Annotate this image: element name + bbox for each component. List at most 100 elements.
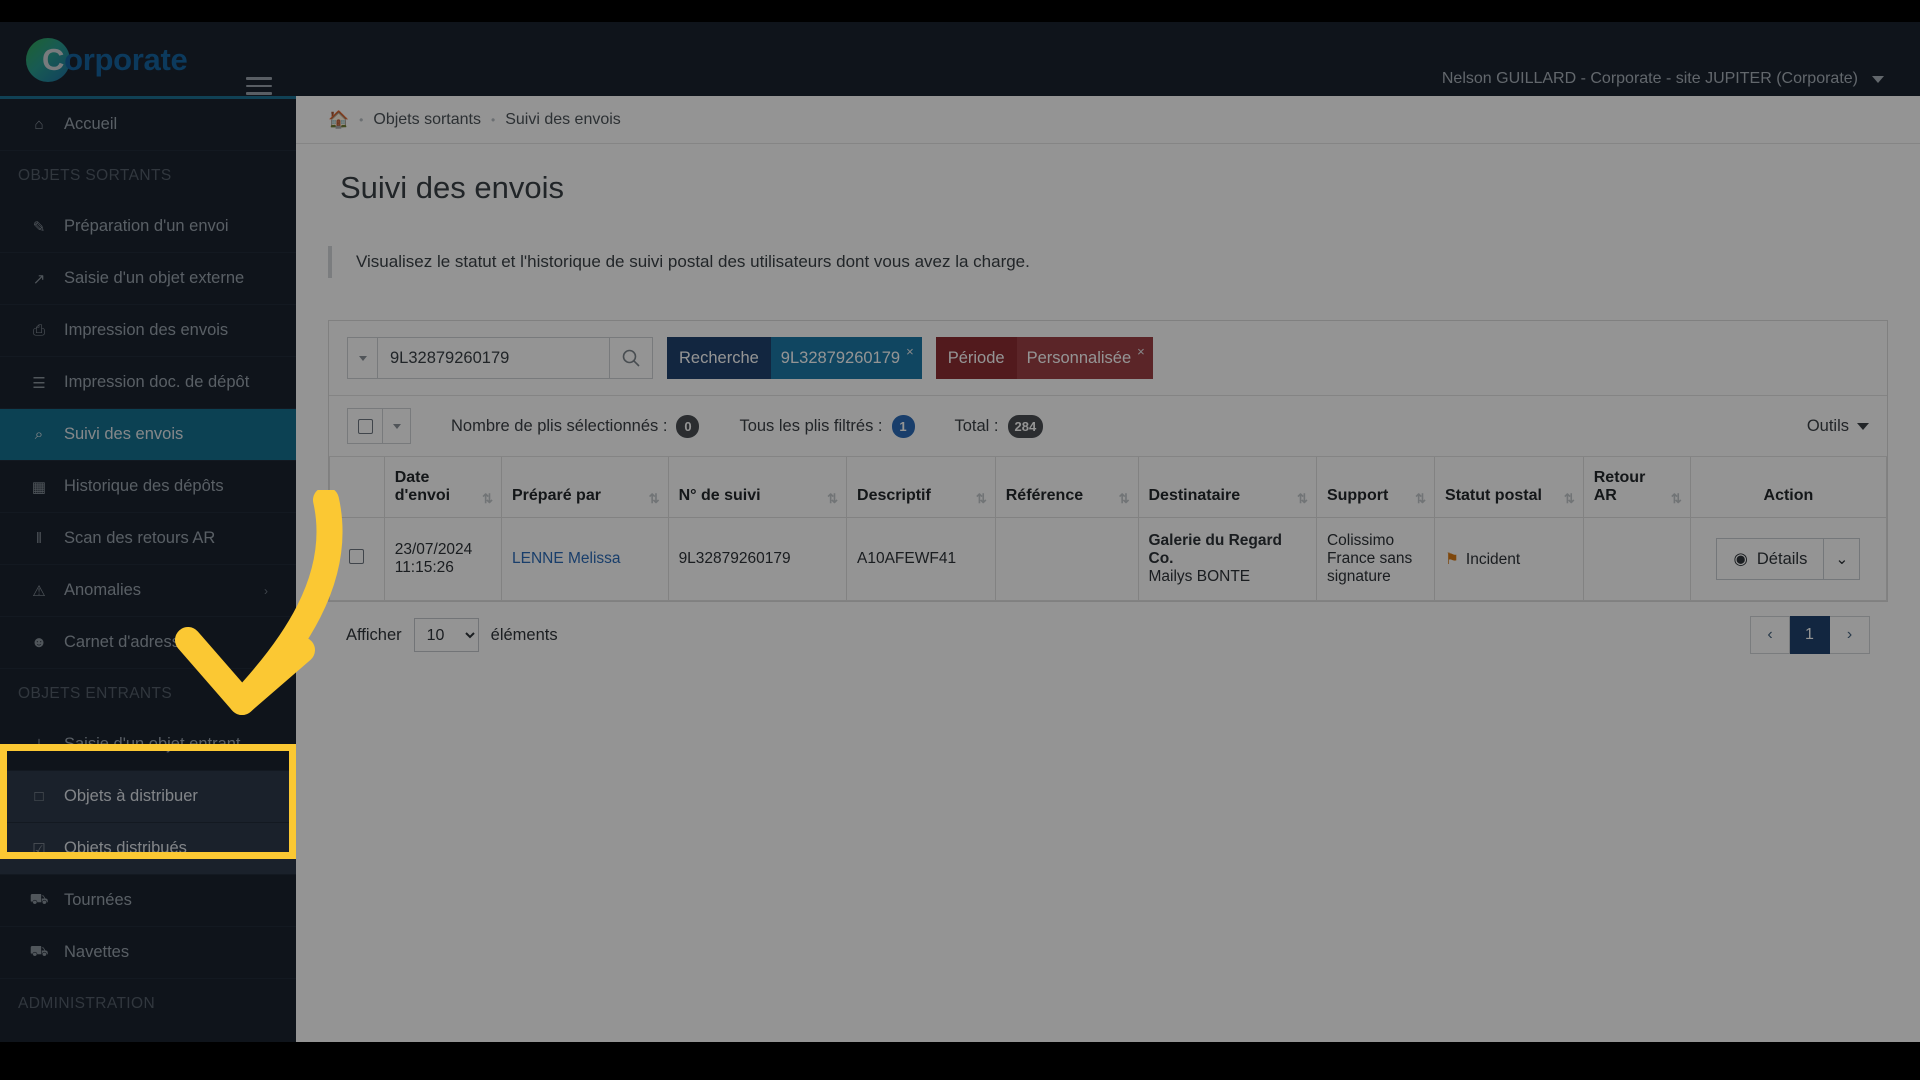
filtered-count-label: Tous les plis filtrés : [739,416,883,435]
table-header-r-f-rence[interactable]: Référence ⇅ [994,457,1139,518]
table-body: 23/07/2024 11:15:26 LENNE Melissa 9L328792… [329,517,1888,601]
sort-icon[interactable]: ⇅ [1671,492,1682,505]
table-header-pr-par-par[interactable]: Préparé par ⇅ [501,457,669,518]
sidebar-item-suivi-des-envois[interactable]: ⌕ Suivi des envois [0,409,296,461]
prepared-by-link[interactable]: LENNE Melissa [512,550,621,567]
info-banner: Visualisez le statut et l'historique de … [328,246,1920,278]
sidebar-item-label: Impression des envois [64,321,229,339]
table-header-label: Support [1326,487,1389,504]
table-footer: Afficher 102550100 éléments ‹ 1 › [328,602,1888,668]
filter-tag-recherche[interactable]: Recherche 9L32879260179 × [667,337,922,379]
sidebar-item-impression-des-envois[interactable]: ⎙ Impression des envois [0,305,296,357]
table-header-statut-postal[interactable]: Statut postal ⇅ [1434,457,1584,518]
sidebar-item-impression-doc-de-d-p-t[interactable]: ☰ Impression doc. de dépôt [0,357,296,409]
breadcrumb-item-suivi-des-envois[interactable]: Suivi des envois [505,111,621,129]
search-icon [622,349,640,367]
checkbox-icon [357,418,373,434]
table-header-n-de-suivi[interactable]: N° de suivi ⇅ [667,457,848,518]
search-icon: ⌕ [34,426,44,443]
pagination-page-1[interactable]: 1 [1790,616,1830,654]
chevron-down-icon [1857,422,1869,430]
table-header-label: Destinataire [1148,487,1241,504]
sort-icon[interactable]: ⇅ [1119,492,1130,505]
pencil-icon: ✎ [32,218,46,236]
breadcrumb-item-objets-sortants[interactable]: Objets sortants [373,111,481,129]
cell-descriptif: A10AFEWF41 [846,517,996,601]
sidebar-section-objets-sortants: OBJETS SORTANTS [0,151,296,201]
table-row[interactable]: 23/07/2024 11:15:26 LENNE Melissa 9L328792… [329,517,1888,601]
details-button[interactable]: ◉ Détails [1716,538,1825,580]
sort-icon[interactable]: ⇅ [649,492,660,505]
table-header-label: Référence [1005,487,1084,504]
chevron-down-icon [1872,75,1884,83]
home-icon: ⌂ [34,116,44,133]
table-header-label: Date d'envoi [394,469,451,504]
select-all-checkbox[interactable] [347,408,383,444]
recipient-person: Mailys BONTE [1148,568,1251,585]
truck-icon: ⛟ [29,943,49,960]
total-count-badge: 284 [1007,414,1044,438]
select-all-dropdown[interactable] [383,408,411,444]
table-toolbar: Nombre de plis sélectionnés : 0 Tous les… [329,396,1887,457]
filter-tag-key: Recherche [667,337,771,379]
sidebar-item-tourn-es[interactable]: ⛟ Tournées [0,875,296,927]
selected-count-label: Nombre de plis sélectionnés : [451,416,668,435]
cell-postal-status: ⚑ Incident [1434,517,1584,601]
filter-tag-période[interactable]: Période Personnalisée × [935,337,1153,379]
hamburger-icon[interactable] [246,77,272,95]
breadcrumb-separator: • [359,112,364,127]
sort-icon[interactable]: ⇅ [1297,492,1308,505]
filtered-count-badge: 1 [891,414,915,438]
table-header-label: Action [1763,487,1814,504]
chevron-down-icon [392,423,401,429]
table-header-descriptif[interactable]: Descriptif ⇅ [846,457,996,518]
sidebar-item-label: Impression doc. de dépôt [64,373,250,391]
brand-logo-group[interactable]: Corporate [26,38,188,82]
sidebar-item-navettes[interactable]: ⛟ Navettes [0,927,296,979]
cell-retour-ar [1582,517,1691,601]
home-icon[interactable]: 🏠 [328,110,349,130]
pagination: ‹ 1 › [1750,616,1870,654]
tools-dropdown[interactable]: Outils [1807,417,1869,436]
document-icon: ☰ [32,374,46,392]
table-header-label: Descriptif [857,487,931,504]
brand-rest: orporate [64,42,188,77]
table-header-destinataire[interactable]: Destinataire ⇅ [1137,457,1317,518]
action-button-group: ◉ Détails ⌄ [1716,538,1861,580]
sidebar-item-pr-paration-d-un-envoi[interactable]: ✎ Préparation d'un envoi [0,201,296,253]
action-dropdown-button[interactable]: ⌄ [1824,538,1861,580]
total-count-label: Total : [954,416,999,435]
table-header-retour-ar[interactable]: Retour AR ⇅ [1582,457,1691,518]
page-title: Suivi des envois [340,170,565,205]
chevron-down-icon: ⌄ [1835,550,1849,568]
flag-icon: ⚑ [1445,550,1459,568]
pagination-prev[interactable]: ‹ [1750,616,1790,654]
search-button[interactable] [609,337,653,379]
results-panel: Recherche9L32879260179× PériodePersonnali… [328,320,1888,602]
sort-icon[interactable]: ⇅ [482,492,493,505]
user-menu[interactable]: Nelson GUILLARD - Corporate - site JUPIT… [1442,70,1884,88]
filter-tag-value: Personnalisée × [1016,337,1153,379]
user-menu-label: Nelson GUILLARD - Corporate - site JUPIT… [1441,70,1858,87]
filter-tags: Recherche 9L32879260179 × Période Personnali… [653,337,1153,379]
search-scope-dropdown[interactable] [347,337,377,379]
sort-icon[interactable]: ⇅ [1415,492,1426,505]
sidebar-item-accueil[interactable]: ⌂ Accueil [0,99,296,151]
sidebar-item-label: Préparation d'un envoi [64,217,229,235]
table-header-date-d-envoi[interactable]: Date d'envoi ⇅ [383,457,503,518]
sort-icon[interactable]: ⇅ [1564,492,1575,505]
table-header-support[interactable]: Support ⇅ [1315,457,1436,518]
close-icon[interactable]: × [1137,344,1145,359]
pagination-next[interactable]: › [1830,616,1870,654]
page-size-select[interactable]: 102550100 [413,618,479,652]
chevron-down-icon [358,355,367,361]
elements-label: éléments [490,625,558,644]
sort-icon[interactable]: ⇅ [827,492,838,505]
table-header-label: N° de suivi [678,487,761,504]
details-button-label: Détails [1756,549,1808,568]
sort-icon[interactable]: ⇅ [976,492,987,505]
table-head: Date d'envoi ⇅ Préparé par ⇅ N° de suivi ⇅ Des… [329,457,1888,518]
sidebar-item-saisie-d-un-objet-externe[interactable]: ↗ Saisie d'un objet externe [0,253,296,305]
search-input[interactable] [377,337,609,379]
close-icon[interactable]: × [906,344,914,359]
